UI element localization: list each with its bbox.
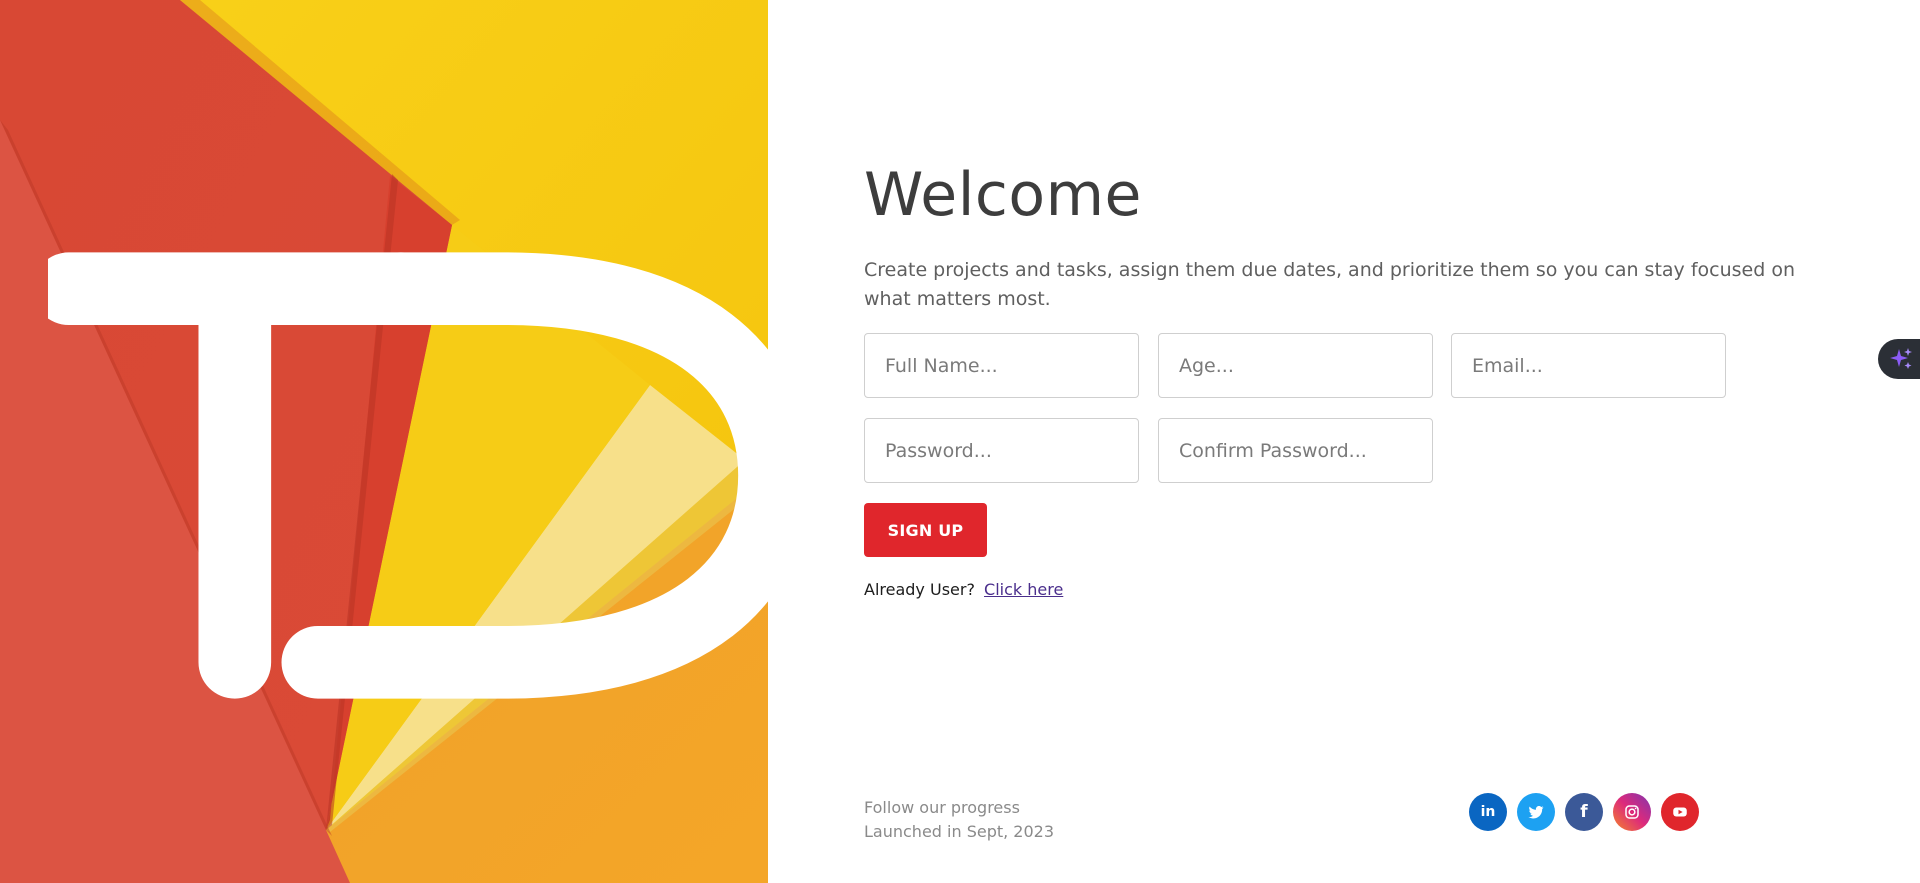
- login-link[interactable]: Click here: [984, 580, 1063, 599]
- twitter-icon[interactable]: [1517, 793, 1555, 831]
- login-prompt-text: Already User?: [864, 580, 975, 599]
- full-name-input[interactable]: [864, 333, 1139, 398]
- email-input[interactable]: [1451, 333, 1726, 398]
- ai-assistant-button[interactable]: [1878, 339, 1920, 379]
- signup-content: Welcome Create projects and tasks, assig…: [864, 0, 1864, 883]
- age-input[interactable]: [1158, 333, 1433, 398]
- td-logo-icon[interactable]: [48, 34, 768, 699]
- linkedin-icon[interactable]: in: [1469, 793, 1507, 831]
- password-input[interactable]: [864, 418, 1139, 483]
- footer-info: Follow our progress Launched in Sept, 20…: [864, 796, 1054, 844]
- linkedin-label: in: [1480, 804, 1496, 820]
- facebook-label: f: [1580, 802, 1588, 822]
- hero-art-panel: [0, 0, 768, 883]
- sparkle-icon: [1890, 348, 1912, 369]
- facebook-icon[interactable]: f: [1565, 793, 1603, 831]
- confirm-password-input[interactable]: [1158, 418, 1433, 483]
- intro-description: Create projects and tasks, assign them d…: [864, 259, 1795, 310]
- instagram-icon[interactable]: [1613, 793, 1651, 831]
- page-title: Welcome: [864, 160, 1142, 230]
- footer-launch-text: Launched in Sept, 2023: [864, 822, 1055, 841]
- footer-follow-text: Follow our progress: [864, 798, 1020, 817]
- sign-up-button[interactable]: SIGN UP: [864, 503, 987, 557]
- social-links: in f: [1469, 793, 1699, 831]
- login-prompt: Already User? Click here: [864, 580, 1063, 599]
- youtube-icon[interactable]: [1661, 793, 1699, 831]
